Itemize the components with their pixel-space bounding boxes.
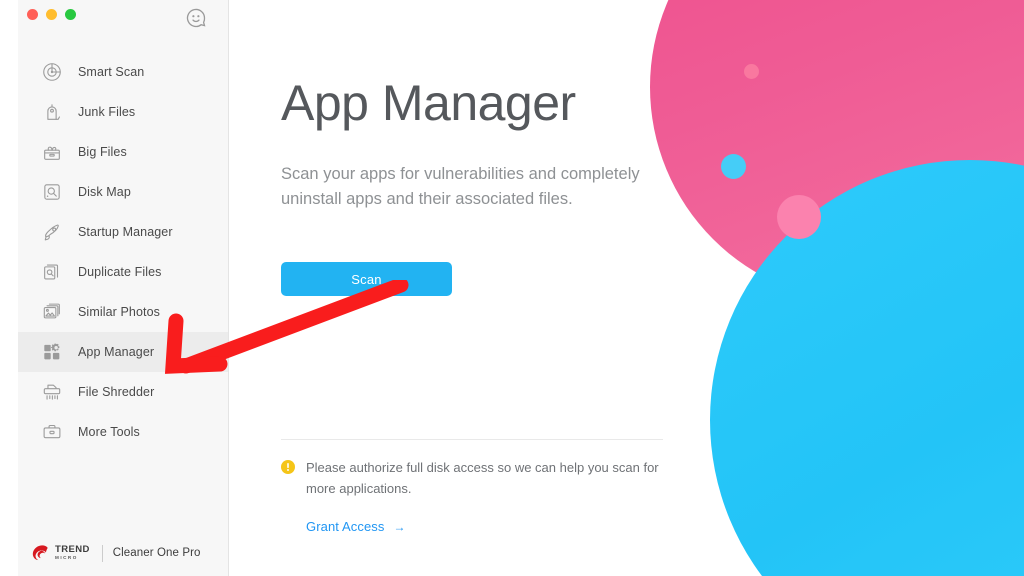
toolbox-icon	[40, 420, 64, 444]
sidebar-item-label: Duplicate Files	[78, 265, 162, 279]
sidebar-item-file-shredder[interactable]: File Shredder	[18, 372, 228, 412]
product-name: Cleaner One Pro	[112, 547, 201, 559]
traffic-light-buttons	[27, 9, 76, 20]
sidebar-item-label: Smart Scan	[78, 65, 145, 79]
apps-gear-icon	[40, 340, 64, 364]
sidebar-item-duplicate-files[interactable]: Duplicate Files	[18, 252, 228, 292]
sidebar-item-label: File Shredder	[78, 385, 155, 399]
smiley-feedback-icon[interactable]	[183, 5, 209, 31]
sidebar-item-smart-scan[interactable]: Smart Scan	[18, 52, 228, 92]
app-window: Smart Scan Junk Files Big Files Disk Map…	[18, 0, 1024, 576]
grant-access-label: Grant Access	[306, 519, 385, 535]
trend-micro-logo-icon	[31, 544, 50, 563]
sidebar-item-similar-photos[interactable]: Similar Photos	[18, 292, 228, 332]
brand-footer: TREND MICRO Cleaner One Pro	[18, 530, 229, 576]
sidebar: Smart Scan Junk Files Big Files Disk Map…	[18, 0, 229, 576]
brand-micro-text: MICRO	[55, 555, 78, 561]
arrow-right-icon: →	[393, 519, 406, 534]
sidebar-item-label: Disk Map	[78, 185, 131, 199]
shredder-icon	[40, 380, 64, 404]
screenshot-root: Smart Scan Junk Files Big Files Disk Map…	[0, 0, 1024, 576]
notice-row: Please authorize full disk access so we …	[281, 458, 681, 499]
disk-magnifier-icon	[40, 180, 64, 204]
sidebar-item-disk-map[interactable]: Disk Map	[18, 172, 228, 212]
sidebar-item-label: Startup Manager	[78, 225, 173, 239]
sidebar-item-app-manager[interactable]: App Manager	[18, 332, 228, 372]
page-title: App Manager	[281, 75, 576, 131]
scan-button[interactable]: Scan	[281, 262, 452, 297]
documents-search-icon	[40, 260, 64, 284]
sidebar-item-label: App Manager	[78, 345, 155, 359]
permission-notice: Please authorize full disk access so we …	[281, 458, 681, 536]
sidebar-item-big-files[interactable]: Big Files	[18, 132, 228, 172]
grant-access-link[interactable]: Grant Access →	[306, 519, 406, 534]
trend-micro-wordmark: TREND MICRO	[55, 545, 90, 561]
vacuum-icon	[40, 100, 64, 124]
page-description: Scan your apps for vulnerabilities and c…	[281, 165, 640, 209]
sidebar-item-startup-manager[interactable]: Startup Manager	[18, 212, 228, 252]
hero-section: App Manager Scan your apps for vulnerabi…	[281, 75, 701, 297]
section-divider	[281, 439, 663, 440]
notice-text: Please authorize full disk access so we …	[306, 460, 659, 496]
radar-icon	[40, 60, 64, 84]
minimize-button[interactable]	[46, 9, 57, 20]
zoom-button[interactable]	[65, 9, 76, 20]
sidebar-nav: Smart Scan Junk Files Big Files Disk Map…	[18, 52, 228, 452]
warning-icon	[281, 460, 295, 474]
brand-trend-text: TREND	[55, 544, 90, 556]
title-bar	[18, 0, 228, 44]
sidebar-item-label: More Tools	[78, 425, 140, 439]
main-content: App Manager Scan your apps for vulnerabi…	[229, 0, 1024, 576]
photos-icon	[40, 300, 64, 324]
sidebar-item-label: Big Files	[78, 145, 127, 159]
sidebar-item-label: Similar Photos	[78, 305, 160, 319]
close-button[interactable]	[27, 9, 38, 20]
box-icon	[40, 140, 64, 164]
rocket-icon	[40, 220, 64, 244]
sidebar-item-more-tools[interactable]: More Tools	[18, 412, 228, 452]
sidebar-item-junk-files[interactable]: Junk Files	[18, 92, 228, 132]
brand-divider	[101, 544, 103, 562]
sidebar-item-label: Junk Files	[78, 105, 136, 119]
